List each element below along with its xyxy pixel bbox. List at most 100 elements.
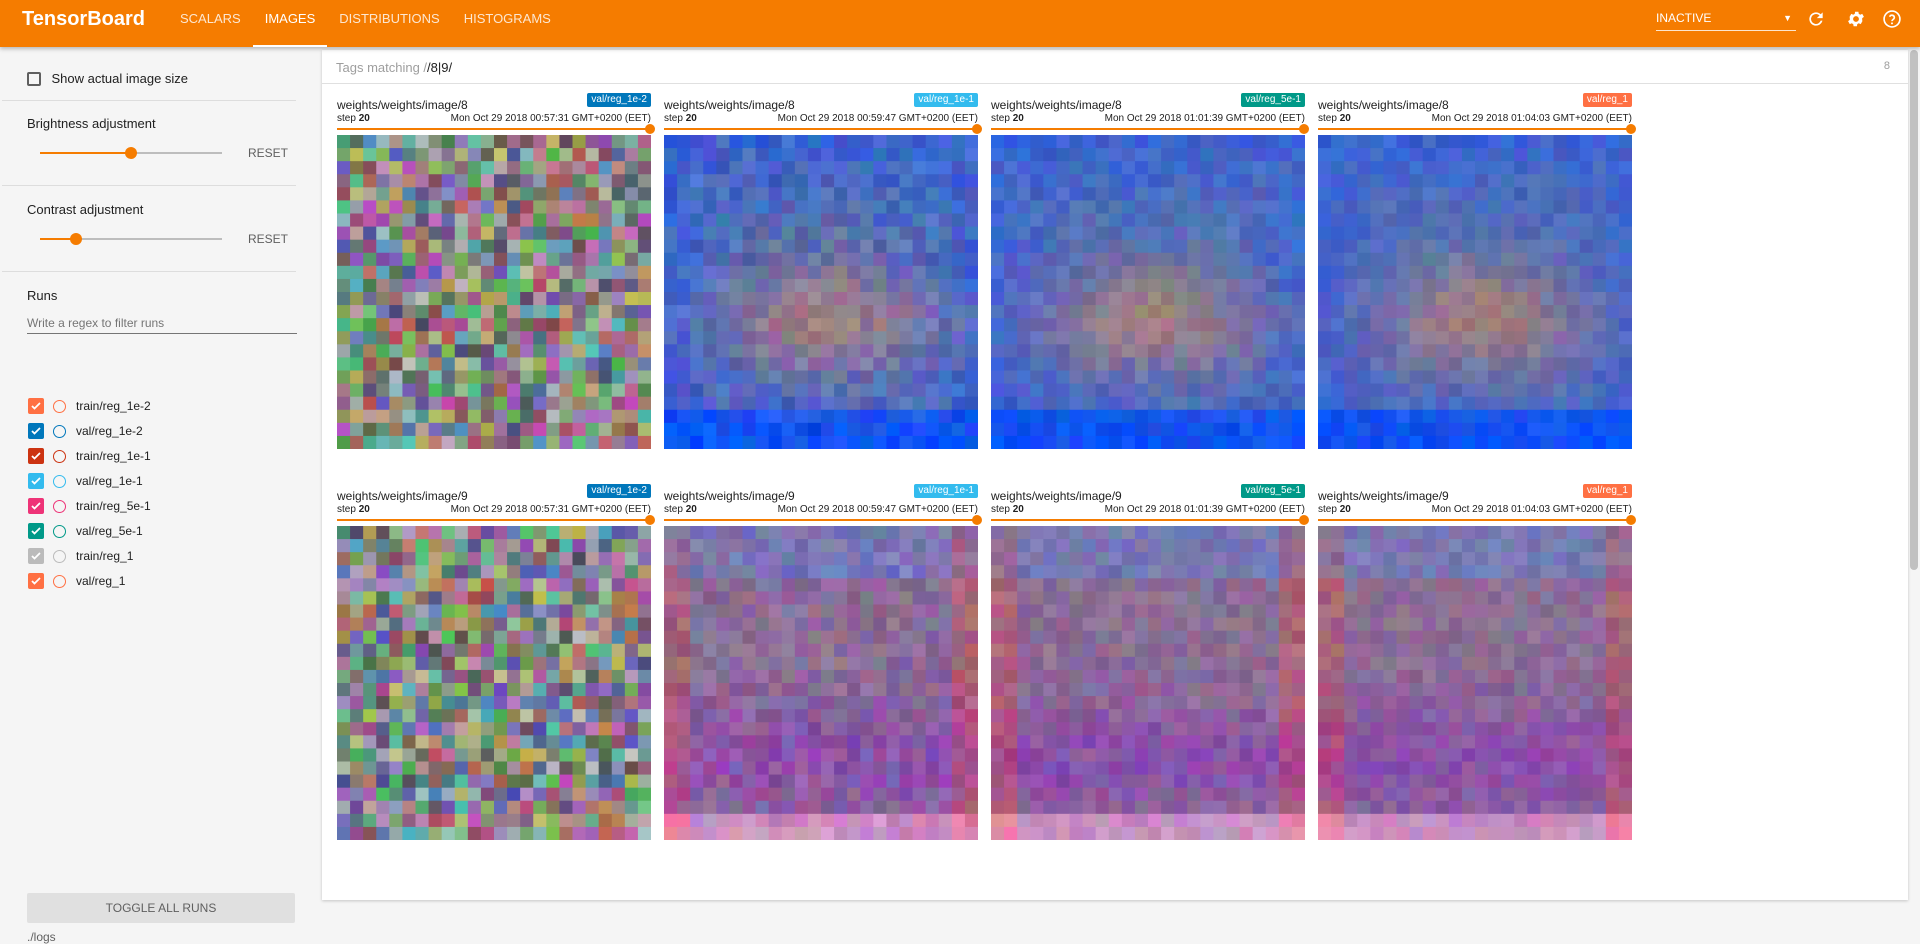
run-checkbox[interactable] [28, 423, 44, 439]
step-slider[interactable] [1318, 128, 1632, 130]
brightness-slider-thumb[interactable] [125, 147, 137, 159]
tag-group-header[interactable]: Tags matching //8|9/ 8 [322, 50, 1908, 84]
run-label: train/reg_1e-2 [76, 399, 151, 413]
chevron-down-icon: ▼ [1783, 13, 1792, 23]
tab-images[interactable]: IMAGES [252, 0, 328, 47]
image-weights[interactable] [991, 135, 1305, 449]
step-label: step 20 [1318, 504, 1351, 515]
step-slider[interactable] [664, 519, 978, 521]
refresh-icon[interactable] [1806, 9, 1826, 29]
step-label: step 20 [991, 504, 1024, 515]
run-color-radio[interactable] [53, 499, 66, 513]
contrast-slider[interactable] [40, 233, 222, 245]
step-slider-thumb[interactable] [1626, 124, 1636, 134]
run-checkbox[interactable] [28, 573, 44, 589]
step-label: step 20 [337, 504, 370, 515]
step-slider[interactable] [337, 128, 651, 130]
run-color-radio[interactable] [53, 449, 66, 463]
image-weights[interactable] [1318, 135, 1632, 449]
step-slider-thumb[interactable] [972, 515, 982, 525]
run-item[interactable]: train/reg_1e-1 [28, 446, 151, 466]
step-slider-thumb[interactable] [1299, 124, 1309, 134]
check-icon [31, 452, 41, 460]
step-slider[interactable] [664, 128, 978, 130]
run-item[interactable]: train/reg_1e-2 [28, 396, 151, 416]
step-slider[interactable] [991, 128, 1305, 130]
tag-count: 8 [1883, 60, 1890, 72]
run-checkbox[interactable] [28, 473, 44, 489]
image-weights[interactable] [991, 526, 1305, 840]
settings-icon[interactable] [1846, 9, 1866, 29]
run-checkbox[interactable] [28, 523, 44, 539]
tab-scalars[interactable]: SCALARS [168, 0, 253, 47]
run-checkbox[interactable] [28, 448, 44, 464]
step-slider[interactable] [991, 519, 1305, 521]
image-tag-title: weights/weights/image/9 [337, 489, 468, 503]
run-color-radio[interactable] [53, 549, 66, 563]
app-title: TensorBoard [22, 8, 145, 30]
run-item[interactable]: train/reg_5e-1 [28, 496, 151, 516]
image-weights[interactable] [337, 135, 651, 449]
scrollbar[interactable] [1910, 50, 1918, 570]
inactive-dashboards-dropdown[interactable]: INACTIVE ▼ [1656, 8, 1796, 31]
divider [2, 271, 296, 272]
step-label: step 20 [991, 113, 1024, 124]
run-item[interactable]: val/reg_5e-1 [28, 521, 143, 541]
brightness-reset-button[interactable]: RESET [248, 146, 288, 160]
run-color-radio[interactable] [53, 574, 66, 588]
image-weights[interactable] [1318, 526, 1632, 840]
step-slider-thumb[interactable] [645, 515, 655, 525]
step-label: step 20 [664, 113, 697, 124]
run-color-radio[interactable] [53, 524, 66, 538]
help-icon[interactable] [1882, 9, 1902, 29]
run-label: val/reg_5e-1 [76, 524, 143, 538]
run-item[interactable]: val/reg_1 [28, 571, 125, 591]
check-icon [31, 427, 41, 435]
show-actual-size-checkbox[interactable] [27, 71, 41, 86]
check-icon [31, 502, 41, 510]
runs-filter-input[interactable]: Write a regex to filter runs [27, 316, 297, 334]
run-checkbox[interactable] [28, 398, 44, 414]
image-weights[interactable] [664, 135, 978, 449]
contrast-slider-thumb[interactable] [70, 233, 83, 245]
run-color-radio[interactable] [53, 424, 66, 438]
run-color-radio[interactable] [53, 399, 66, 413]
step-slider-thumb[interactable] [1299, 515, 1309, 525]
image-tag-title: weights/weights/image/8 [664, 98, 795, 112]
step-slider[interactable] [337, 519, 651, 521]
show-actual-size-row[interactable]: Show actual image size [27, 70, 297, 88]
wall-time: Mon Oct 29 2018 00:57:31 GMT+0200 (EET) [450, 504, 651, 515]
run-item[interactable]: train/reg_1 [28, 546, 133, 566]
run-color-radio[interactable] [53, 474, 66, 488]
tab-distributions[interactable]: DISTRIBUTIONS [327, 0, 451, 47]
run-item[interactable]: val/reg_1e-1 [28, 471, 143, 491]
runs-title: Runs [27, 288, 58, 303]
dropdown-value: INACTIVE [1656, 11, 1712, 25]
image-weights[interactable] [337, 526, 651, 840]
tab-histograms[interactable]: HISTOGRAMS [452, 0, 563, 47]
run-item[interactable]: val/reg_1e-2 [28, 421, 143, 441]
tags-query: /8|9/ [427, 60, 453, 75]
check-icon [31, 527, 41, 535]
brightness-slider[interactable] [40, 147, 222, 159]
run-label: val/reg_1 [76, 574, 126, 588]
run-checkbox[interactable] [28, 498, 44, 514]
toggle-all-runs-button[interactable]: TOGGLE ALL RUNS [27, 893, 295, 923]
image-tag-title: weights/weights/image/8 [337, 98, 468, 112]
run-label: train/reg_1e-1 [76, 449, 151, 463]
run-badge: val/reg_1e-2 [587, 93, 651, 107]
step-label: step 20 [664, 504, 697, 515]
step-slider-thumb[interactable] [972, 124, 982, 134]
step-slider[interactable] [1318, 519, 1632, 521]
sidebar: Show actual image size Brightness adjust… [2, 50, 297, 944]
run-badge: val/reg_1 [1582, 484, 1632, 498]
run-checkbox[interactable] [28, 548, 44, 564]
run-badge: val/reg_5e-1 [1241, 484, 1305, 498]
image-weights[interactable] [664, 526, 978, 840]
step-slider-thumb[interactable] [1626, 515, 1636, 525]
wall-time: Mon Oct 29 2018 01:01:39 GMT+0200 (EET) [1104, 504, 1305, 515]
check-icon [31, 552, 41, 560]
contrast-reset-button[interactable]: RESET [248, 232, 288, 246]
divider [2, 100, 296, 101]
step-slider-thumb[interactable] [645, 124, 655, 134]
